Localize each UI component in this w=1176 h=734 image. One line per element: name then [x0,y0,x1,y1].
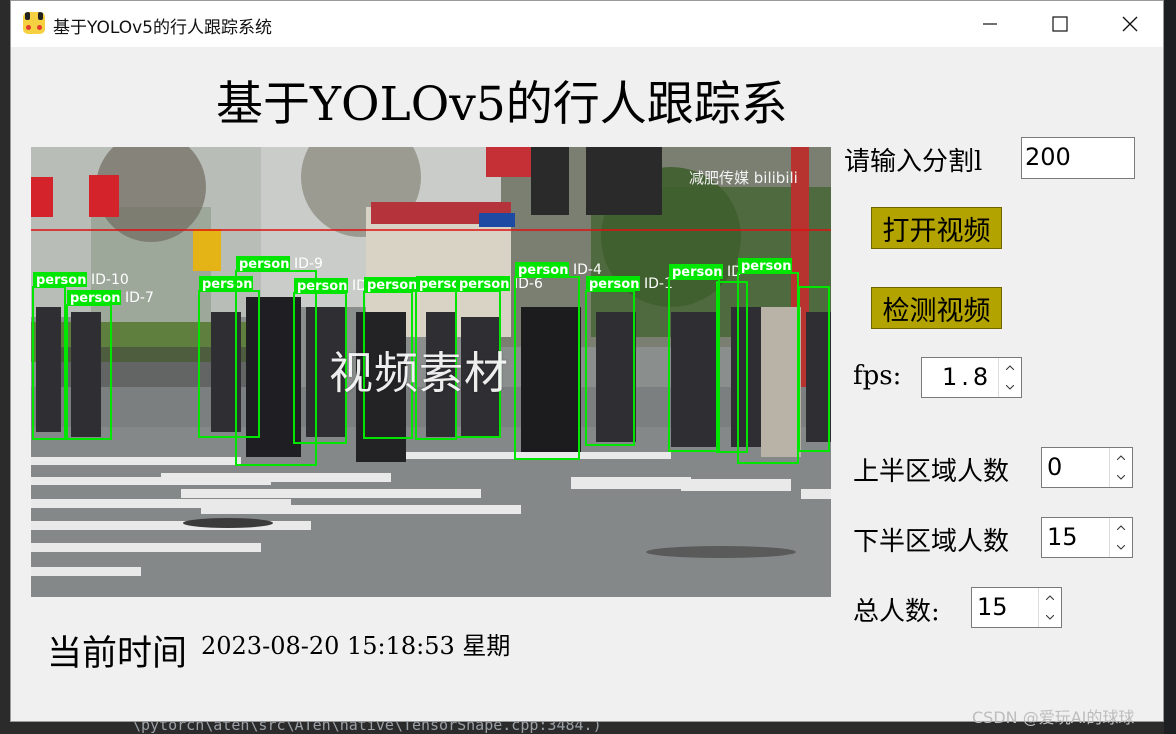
detection-box [798,286,830,452]
detection-id: ID-4 [573,262,602,278]
spin-up-icon[interactable] [1110,448,1132,468]
spin-down-icon[interactable] [1039,608,1061,628]
window-title: 基于YOLOv5的行人跟踪系统 [53,18,272,38]
total-count-spinbox[interactable]: 15 [971,587,1062,628]
detection-box: person [198,276,260,438]
detection-id: ID-9 [294,256,323,272]
csdn-watermark: CSDN @爱玩AI的球球 [972,708,1135,727]
detection-label: person [297,279,347,294]
close-icon [1122,16,1138,32]
detection-label: person [70,291,120,306]
detection-label: person [36,273,86,288]
video-corner-text: 减肥传媒 bilibili [689,169,798,187]
total-count-value: 15 [977,593,1008,621]
detection-id: ID-6 [514,276,543,292]
video-display: person ID-10 person ID-7 person person ID-9 per… [31,147,831,597]
maximize-icon [1052,16,1068,32]
fps-spinbox[interactable]: 1.8 [921,357,1022,398]
upper-count-label: 上半区域人数 [853,457,1010,487]
close-button[interactable] [1095,1,1165,47]
detection-box: person ID-1 [585,276,673,446]
lower-count-spinbox[interactable]: 15 [1041,517,1133,558]
title-bar: 基于YOLOv5的行人跟踪系统 [11,1,1163,47]
page-title: 基于YOLOv5的行人跟踪系 [216,77,788,132]
detection-label: person [672,265,722,280]
maximize-button[interactable] [1025,1,1095,47]
detection-label: person [741,259,791,274]
lower-count-value: 15 [1047,523,1078,551]
split-label: 请输入分割l [844,147,983,177]
upper-count-spinbox[interactable]: 0 [1041,447,1133,488]
fps-value: 1.8 [942,363,993,391]
detection-label: person [589,277,639,292]
current-time-label: 当前时间 [47,634,188,674]
detection-label: person [202,277,252,292]
spin-down-icon[interactable] [999,378,1021,398]
app-window: 基于YOLOv5的行人跟踪系统 基于YOLOv5的行人跟踪系 person ID… [10,0,1164,722]
current-time-value: 2023-08-20 15:18:53 星期 [201,632,511,660]
detection-label: person [459,277,509,292]
upper-count-value: 0 [1047,453,1063,481]
video-watermark: 视频素材 [329,348,509,399]
detect-video-button[interactable]: 检测视频 [871,287,1002,329]
open-video-button[interactable]: 打开视频 [871,207,1002,249]
editor-background-right [1164,0,1176,734]
detection-box [716,281,748,453]
detection-box: person ID [668,264,742,452]
detection-box: person ID-7 [66,290,154,440]
minimize-icon [983,23,997,25]
lower-count-label: 下半区域人数 [853,527,1010,557]
fps-label: fps: [853,361,902,391]
detection-label: person [518,263,568,278]
detection-id: ID-10 [91,272,129,288]
spin-down-icon[interactable] [1110,468,1132,488]
minimize-button[interactable] [955,1,1025,47]
spin-up-icon[interactable] [1110,518,1132,538]
total-count-label: 总人数: [853,597,940,627]
detection-label: person [367,278,417,293]
spin-up-icon[interactable] [1039,588,1061,608]
spin-up-icon[interactable] [999,358,1021,378]
detection-id: ID-7 [125,290,154,306]
pikachu-app-icon [23,12,45,34]
split-input[interactable]: 200 [1021,137,1135,179]
spin-down-icon[interactable] [1110,538,1132,558]
detection-label: person [239,257,289,272]
